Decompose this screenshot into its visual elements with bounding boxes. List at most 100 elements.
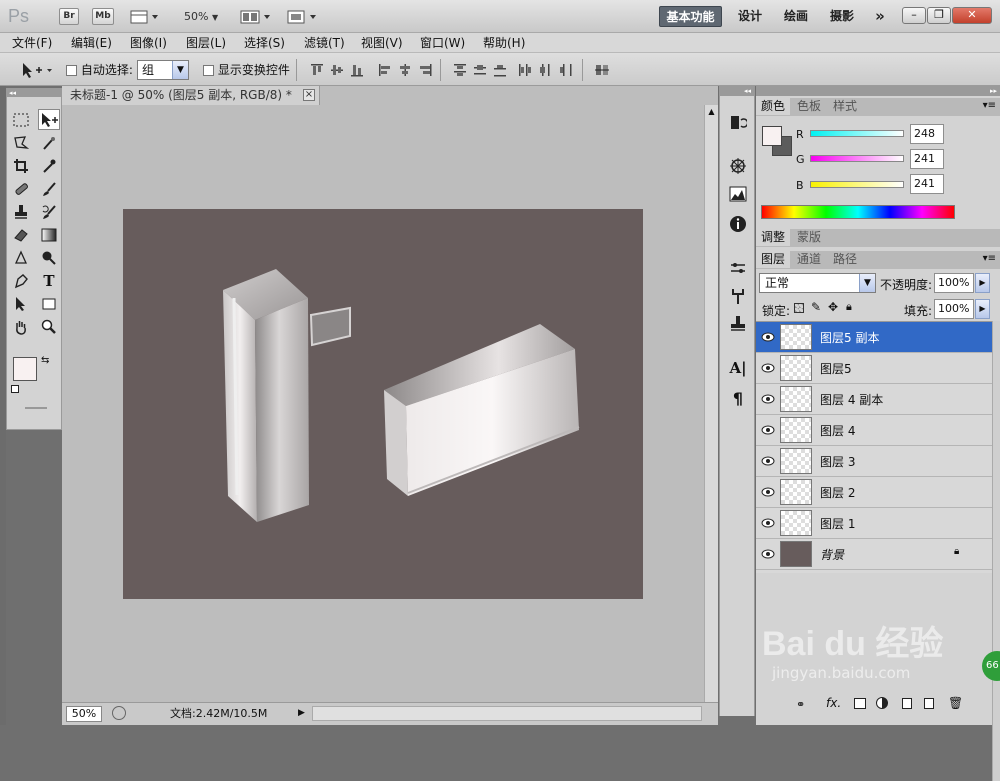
layer-row-5[interactable]: 图层5 [756, 353, 992, 384]
align-left-icon[interactable] [378, 63, 392, 77]
menu-filter[interactable]: 滤镜(T) [304, 35, 345, 51]
gradient-tool[interactable] [38, 224, 60, 245]
marquee-tool[interactable] [10, 109, 32, 130]
clone-source-panel-icon[interactable] [728, 286, 748, 306]
align-vcenter-icon[interactable] [330, 63, 344, 77]
tab-channels[interactable]: 通道 [792, 251, 826, 268]
more-workspaces-button[interactable]: » [870, 6, 890, 27]
new-layer-icon[interactable] [924, 698, 934, 709]
eye-icon[interactable] [761, 393, 775, 405]
zoom-field[interactable]: 50% [66, 706, 102, 722]
eye-icon[interactable] [761, 548, 775, 560]
opacity-slider-arrow-icon[interactable]: ▶ [975, 273, 990, 293]
menu-layer[interactable]: 图层(L) [186, 35, 226, 51]
trash-icon[interactable]: 🗑︎ [948, 696, 963, 710]
eye-icon[interactable] [761, 517, 775, 529]
eyedropper-tool[interactable] [38, 155, 60, 176]
blend-mode-dropdown[interactable]: 正常 ▼ [759, 273, 876, 293]
layer-row-1[interactable]: 图层 1 [756, 508, 992, 539]
arrange-documents-menu[interactable] [240, 9, 272, 25]
view-extras-menu[interactable] [130, 9, 160, 25]
add-mask-icon[interactable] [854, 698, 866, 709]
menu-help[interactable]: 帮助(H) [483, 35, 525, 51]
fill-slider-arrow-icon[interactable]: ▶ [975, 299, 990, 319]
move-tool[interactable] [38, 109, 60, 130]
layer-row-4-copy[interactable]: 图层 4 副本 [756, 384, 992, 415]
hand-tool[interactable] [10, 316, 32, 337]
workspace-design[interactable]: 设计 [734, 6, 766, 27]
layer-row-3[interactable]: 图层 3 [756, 446, 992, 477]
tab-adjustments[interactable]: 调整 [756, 229, 791, 246]
tab-swatches[interactable]: 色板 [792, 98, 826, 115]
auto-select-dropdown[interactable]: 组 ▼ [137, 60, 189, 80]
path-selection-tool[interactable] [10, 293, 32, 314]
canvas[interactable] [123, 209, 643, 599]
close-window-button[interactable]: ✕ [952, 7, 992, 24]
menu-view[interactable]: 视图(V) [361, 35, 403, 51]
shape-tool[interactable] [38, 293, 60, 314]
brush-presets-panel-icon[interactable] [728, 258, 748, 278]
blue-slider[interactable] [810, 181, 904, 188]
screen-mode-menu[interactable] [286, 9, 318, 25]
eye-icon[interactable] [761, 362, 775, 374]
new-group-icon[interactable] [902, 698, 912, 709]
green-value-field[interactable]: 241 [910, 149, 944, 169]
minimize-button[interactable]: – [902, 7, 926, 24]
lasso-tool[interactable] [10, 132, 32, 153]
menu-file[interactable]: 文件(F) [12, 35, 52, 51]
status-menu-arrow-icon[interactable]: ▶ [298, 706, 310, 721]
color-ramp[interactable] [761, 205, 955, 219]
align-right-icon[interactable] [418, 63, 432, 77]
auto-align-icon[interactable] [595, 63, 609, 77]
distribute-left-icon[interactable] [518, 63, 532, 77]
fx-icon[interactable]: fx. [826, 696, 841, 710]
link-layers-icon[interactable]: ⚭ [796, 698, 805, 711]
history-panel-icon[interactable] [728, 113, 748, 133]
mini-bridge-button[interactable]: Mb [92, 8, 114, 25]
healing-brush-tool[interactable] [10, 178, 32, 199]
swap-colors-icon[interactable]: ⇆ [41, 355, 49, 366]
collapse-icon[interactable]: ◂◂ [7, 89, 61, 97]
distribute-vcenter-icon[interactable] [473, 63, 487, 77]
green-slider[interactable] [810, 155, 904, 162]
character-panel-icon[interactable]: A| [728, 358, 748, 378]
pen-tool[interactable] [10, 270, 32, 291]
info-panel-icon[interactable] [728, 214, 748, 234]
scroll-up-icon[interactable]: ▲ [705, 105, 718, 119]
eye-icon[interactable] [761, 424, 775, 436]
workspace-essentials[interactable]: 基本功能 [659, 6, 722, 27]
distribute-top-icon[interactable] [453, 63, 467, 77]
layers-menu-icon[interactable]: ▾≡ [983, 253, 996, 264]
auto-select-option[interactable]: 自动选择: [66, 62, 133, 78]
history-brush-tool[interactable] [38, 201, 60, 222]
menu-edit[interactable]: 编辑(E) [71, 35, 112, 51]
menu-select[interactable]: 选择(S) [244, 35, 285, 51]
document-tab[interactable]: 未标题-1 @ 50% (图层5 副本, RGB/8) * × [62, 86, 320, 105]
menu-window[interactable]: 窗口(W) [420, 35, 465, 51]
align-top-icon[interactable] [310, 63, 324, 77]
close-tab-icon[interactable]: × [303, 89, 315, 101]
navigator-panel-icon[interactable] [728, 156, 748, 176]
collapse-panels-icon[interactable]: ▸▸ [756, 86, 1000, 96]
distribute-hcenter-icon[interactable] [538, 63, 552, 77]
menu-image[interactable]: 图像(I) [130, 35, 167, 51]
layers-scrollbar[interactable] [992, 321, 1000, 781]
brush-tool[interactable] [38, 178, 60, 199]
zoom-tool[interactable] [38, 316, 60, 337]
zoom-level-menu[interactable]: 50% ▼ [184, 8, 224, 26]
clone-stamp-tool[interactable] [10, 201, 32, 222]
fill-field[interactable]: 100% [934, 299, 974, 319]
workspace-photography[interactable]: 摄影 [826, 6, 858, 27]
histogram-panel-icon[interactable] [728, 184, 748, 204]
distribute-bottom-icon[interactable] [493, 63, 507, 77]
eye-icon[interactable] [761, 486, 775, 498]
align-hcenter-icon[interactable] [398, 63, 412, 77]
lock-transparency-icon[interactable] [794, 303, 804, 313]
quick-selection-tool[interactable] [38, 132, 60, 153]
red-value-field[interactable]: 248 [910, 124, 944, 144]
layer-row-2[interactable]: 图层 2 [756, 477, 992, 508]
tab-paths[interactable]: 路径 [828, 251, 862, 268]
panel-menu-icon[interactable]: ▾≡ [983, 100, 996, 111]
eraser-tool[interactable] [10, 224, 32, 245]
show-transform-checkbox[interactable] [203, 65, 214, 76]
